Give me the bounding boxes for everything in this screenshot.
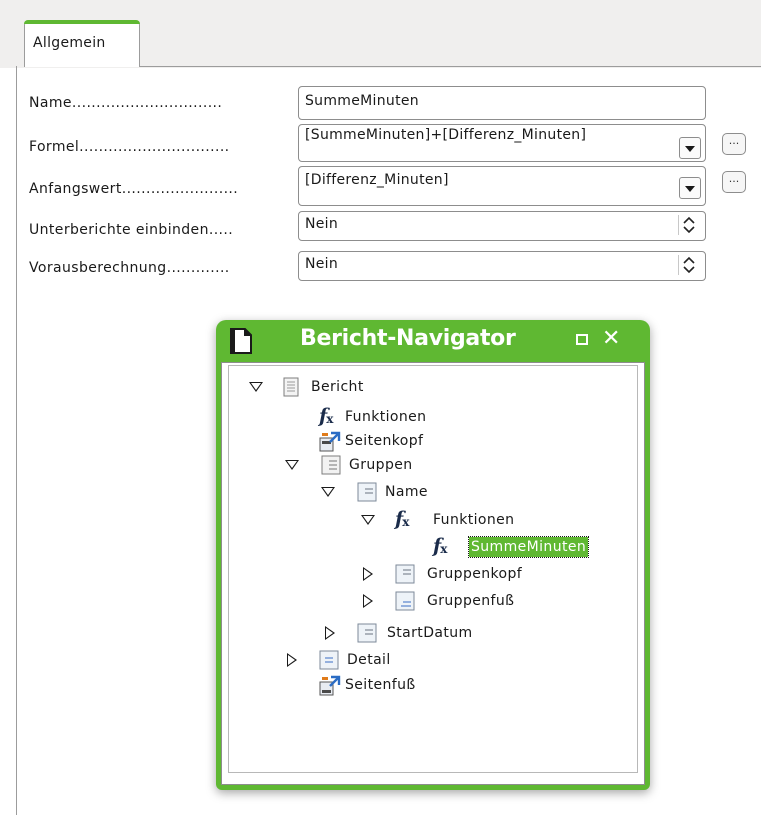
section-icon <box>319 650 339 670</box>
report-tree[interactable]: Bericht fx Funktionen Seitenkopf Gruppen… <box>228 365 638 773</box>
tree-label: Gruppen <box>349 457 413 473</box>
initial-value-more-button[interactable]: ... <box>722 171 746 193</box>
fx-icon: fx <box>433 535 447 557</box>
precalculation-select[interactable]: Nein <box>298 251 706 281</box>
panel-border-left <box>16 66 17 815</box>
tree-label: Seitenkopf <box>345 433 424 449</box>
collapsed-triangle-icon[interactable] <box>363 594 373 608</box>
formula-more-button[interactable]: ... <box>722 133 746 155</box>
tree-label: Funktionen <box>345 409 427 425</box>
tab-bar: Allgemein <box>0 0 761 68</box>
tree-node-report[interactable]: Bericht <box>229 376 629 398</box>
report-icon <box>281 377 301 397</box>
tree-label: Bericht <box>311 379 364 395</box>
navigator-title: Bericht-Navigator <box>300 326 516 351</box>
tree-label: Seitenfuß <box>345 677 416 693</box>
tree-label: Funktionen <box>433 512 515 528</box>
tree-node-group-header[interactable]: Gruppenkopf <box>229 563 629 585</box>
expand-triangle-icon[interactable] <box>285 460 299 470</box>
tree-node-group-footer[interactable]: Gruppenfuß <box>229 590 629 612</box>
tree-node-page-footer[interactable]: Seitenfuß <box>229 674 629 696</box>
tree-node-functions[interactable]: fx Funktionen <box>229 405 629 428</box>
navigator-body: Bericht fx Funktionen Seitenkopf Gruppen… <box>221 362 645 785</box>
group-icon <box>321 455 341 475</box>
precalculation-spin-icon[interactable] <box>678 255 699 275</box>
collapsed-triangle-icon[interactable] <box>325 626 335 640</box>
formula-dropdown-button[interactable] <box>679 137 701 159</box>
tree-node-group-startdate[interactable]: StartDatum <box>229 622 629 644</box>
tree-label: StartDatum <box>387 625 473 641</box>
tree-node-group-functions[interactable]: fx Funktionen <box>229 508 629 531</box>
name-label: Name............................... <box>29 95 223 111</box>
expand-triangle-icon[interactable] <box>249 382 263 392</box>
section-icon <box>357 623 377 643</box>
report-navigator-window[interactable]: Bericht-Navigator ✕ Bericht fx Funktione… <box>216 320 650 790</box>
collapsed-triangle-icon[interactable] <box>287 653 297 667</box>
tree-label: Gruppenfuß <box>427 593 515 609</box>
initial-value-dropdown-button[interactable] <box>679 177 701 199</box>
formula-value: [SummeMinuten]+[Differenz_Minuten] <box>305 127 587 143</box>
section-icon <box>395 591 415 611</box>
tree-label: Gruppenkopf <box>427 566 523 582</box>
page-section-icon <box>319 431 341 452</box>
precalculation-label: Vorausberechnung............. <box>29 260 230 276</box>
include-subreports-spin-icon[interactable] <box>678 215 699 235</box>
expand-triangle-icon[interactable] <box>361 515 375 525</box>
tab-label: Allgemein <box>33 35 106 51</box>
maximize-icon[interactable] <box>576 334 588 345</box>
document-icon <box>230 328 252 354</box>
precalculation-value: Nein <box>305 256 339 272</box>
tree-node-page-header[interactable]: Seitenkopf <box>229 430 629 452</box>
initial-value-value: [Differenz_Minuten] <box>305 172 449 188</box>
name-value: SummeMinuten <box>305 93 419 109</box>
tree-node-groups[interactable]: Gruppen <box>229 454 629 476</box>
include-subreports-select[interactable]: Nein <box>298 211 706 241</box>
formula-combobox[interactable]: [SummeMinuten]+[Differenz_Minuten] <box>298 124 706 162</box>
tab-allgemein[interactable]: Allgemein <box>24 20 140 67</box>
formula-label: Formel............................... <box>29 139 230 155</box>
include-subreports-label: Unterberichte einbinden..... <box>29 222 234 238</box>
tree-node-selected-function[interactable]: fx SummeMinuten <box>229 535 629 558</box>
close-icon[interactable]: ✕ <box>602 326 620 351</box>
fx-icon: fx <box>319 405 333 427</box>
expand-triangle-icon[interactable] <box>321 487 335 497</box>
tree-label: Detail <box>347 652 391 668</box>
section-icon <box>357 482 377 502</box>
tree-node-detail[interactable]: Detail <box>229 649 629 671</box>
name-input[interactable]: SummeMinuten <box>298 86 706 120</box>
tree-label: Name <box>385 484 428 500</box>
initial-value-combobox[interactable]: [Differenz_Minuten] <box>298 166 706 206</box>
collapsed-triangle-icon[interactable] <box>363 567 373 581</box>
include-subreports-value: Nein <box>305 216 339 232</box>
section-icon <box>395 564 415 584</box>
fx-icon: fx <box>395 508 409 530</box>
panel-border-top <box>140 66 761 67</box>
initial-value-label: Anfangswert........................ <box>29 181 239 197</box>
page-section-icon <box>319 675 341 696</box>
tree-node-group-name[interactable]: Name <box>229 481 629 503</box>
tree-label-selected: SummeMinuten <box>467 536 590 558</box>
